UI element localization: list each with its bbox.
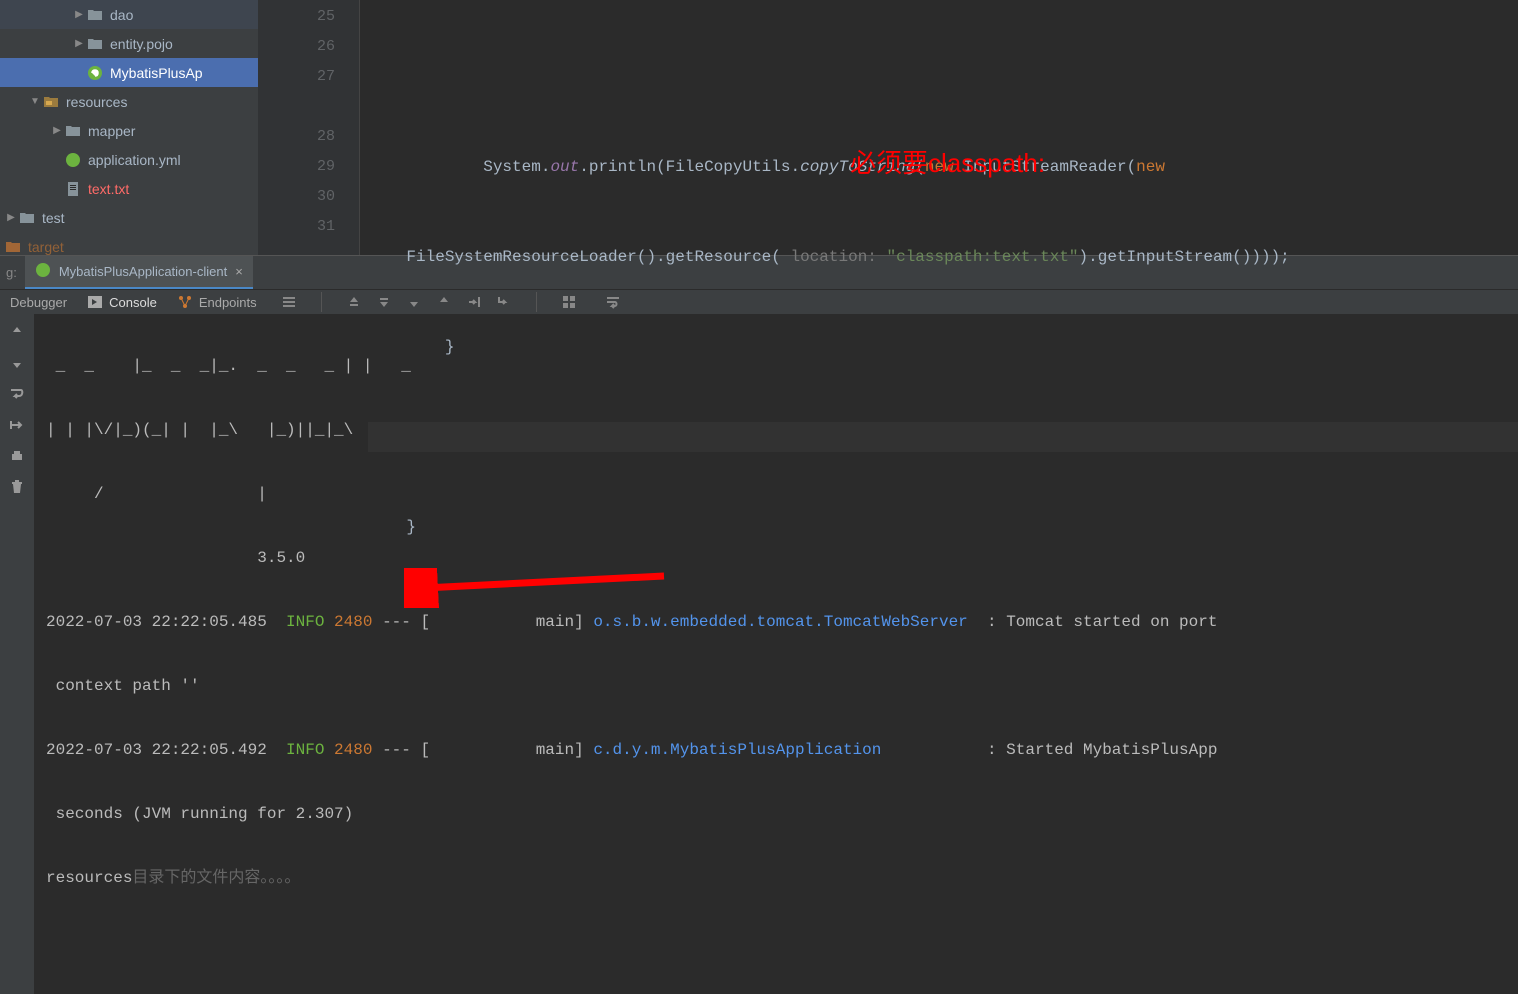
- folder-icon: [18, 210, 36, 226]
- spring-run-icon: [35, 262, 51, 281]
- line-number: 29: [258, 152, 335, 182]
- scroll-down-icon[interactable]: [9, 355, 25, 374]
- soft-wrap-icon[interactable]: [9, 386, 25, 405]
- chevron-right-icon: ▶: [4, 212, 18, 223]
- tree-item-main-class[interactable]: MybatisPlusAp: [0, 58, 258, 87]
- tree-item-target[interactable]: target: [0, 232, 258, 255]
- line-gutter: 25 26 27 28 29 30 31: [258, 0, 360, 255]
- print-icon[interactable]: [9, 448, 25, 467]
- tree-label: text.txt: [88, 181, 129, 197]
- spring-class-icon: [86, 65, 104, 81]
- line-number: 27: [258, 62, 335, 92]
- tree-item-dao[interactable]: ▶ dao: [0, 0, 258, 29]
- run-prefix: g:: [6, 265, 17, 280]
- chevron-right-icon: ▶: [50, 125, 64, 136]
- tree-label: entity.pojo: [110, 36, 173, 52]
- tree-item-test[interactable]: ▶ test: [0, 203, 258, 232]
- project-tree: ▶ dao ▶ entity.pojo MybatisPlusAp ▼: [0, 0, 258, 255]
- trash-icon[interactable]: [9, 479, 25, 498]
- code-content[interactable]: System.out.println(FileCopyUtils.copyToS…: [360, 0, 1518, 255]
- scroll-up-icon[interactable]: [9, 324, 25, 343]
- tree-label: MybatisPlusAp: [110, 65, 203, 81]
- spring-config-icon: [64, 152, 82, 168]
- chevron-down-icon: ▼: [28, 96, 42, 107]
- line-number: 30: [258, 182, 335, 212]
- resources-folder-icon: [42, 94, 60, 110]
- code-editor[interactable]: 25 26 27 28 29 30 31 System.out.println(…: [258, 0, 1518, 255]
- folder-icon: [64, 123, 82, 139]
- tree-label: test: [42, 210, 65, 226]
- tree-item-mapper[interactable]: ▶ mapper: [0, 116, 258, 145]
- line-number: 25: [258, 2, 335, 32]
- run-tab-label: MybatisPlusApplication-client: [59, 264, 227, 279]
- tree-item-resources[interactable]: ▼ resources: [0, 87, 258, 116]
- chevron-right-icon: ▶: [72, 9, 86, 20]
- red-arrow-annotation: [404, 568, 674, 608]
- text-file-icon: [64, 181, 82, 197]
- chevron-right-icon: ▶: [72, 38, 86, 49]
- folder-icon: [86, 36, 104, 52]
- run-tab-active[interactable]: MybatisPlusApplication-client ×: [25, 256, 253, 289]
- tab-endpoints[interactable]: Endpoints: [177, 294, 257, 310]
- console-action-sidebar: [0, 314, 34, 994]
- endpoints-icon: [177, 294, 193, 310]
- tree-item-text-txt[interactable]: text.txt: [0, 174, 258, 203]
- line-number: 28: [258, 122, 335, 152]
- target-folder-icon: [4, 239, 22, 255]
- tree-label: application.yml: [88, 152, 181, 168]
- tree-item-entity[interactable]: ▶ entity.pojo: [0, 29, 258, 58]
- console-play-icon: [87, 294, 103, 310]
- tree-item-application-yml[interactable]: application.yml: [0, 145, 258, 174]
- tab-console[interactable]: Console: [87, 294, 157, 310]
- menu-icon[interactable]: [277, 290, 301, 314]
- tree-label: resources: [66, 94, 127, 110]
- up-stack-icon[interactable]: [342, 290, 366, 314]
- line-number: 26: [258, 32, 335, 62]
- console-output[interactable]: _ _ |_ _ _|_. _ _ _ | | _ | | |\/|_)(_| …: [34, 314, 1518, 994]
- line-number: [258, 92, 335, 122]
- tree-label: dao: [110, 7, 133, 23]
- tree-label: target: [28, 239, 64, 255]
- close-icon[interactable]: ×: [235, 264, 243, 279]
- tab-debugger[interactable]: Debugger: [10, 295, 67, 310]
- line-number: 31: [258, 212, 335, 242]
- folder-icon: [86, 7, 104, 23]
- tree-label: mapper: [88, 123, 135, 139]
- scroll-to-end-icon[interactable]: [9, 417, 25, 436]
